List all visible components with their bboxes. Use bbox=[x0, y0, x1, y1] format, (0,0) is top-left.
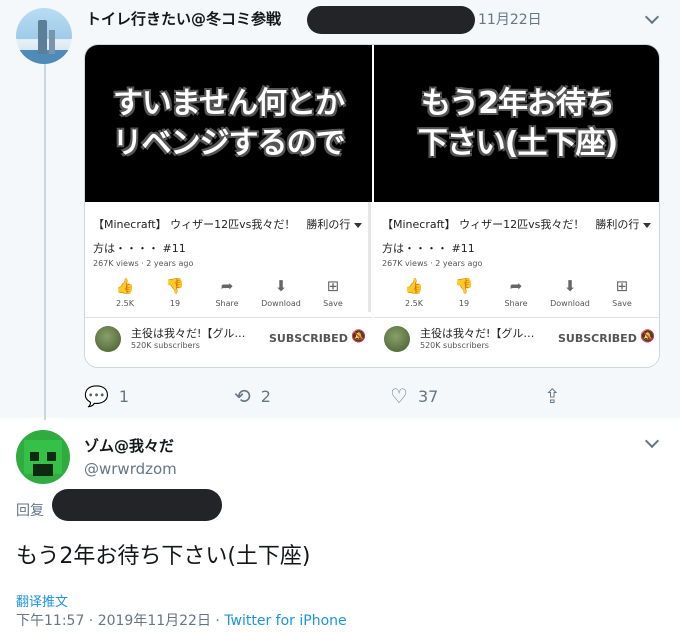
subscribed-label: SUBSCRIBED bbox=[269, 332, 348, 345]
like-action: 👍 2.5K bbox=[404, 277, 424, 308]
video-caption-line: すいません何とか bbox=[112, 85, 345, 121]
video-actions: 👍 2.5K 👎 19 ➦ Share ⬇ Download ⊞ Save bbox=[390, 277, 632, 313]
bell-off-icon: 🔕 bbox=[351, 329, 366, 343]
reply-action[interactable]: 💬 1 bbox=[84, 384, 129, 408]
channel-avatar bbox=[384, 326, 410, 352]
tweet-source-link[interactable]: Twitter for iPhone bbox=[224, 613, 346, 629]
video-frame: もう2年お待ち 下さい(土下座) bbox=[374, 45, 659, 202]
download-action: ⬇ Download bbox=[550, 277, 590, 308]
like-action: 👍 2.5K bbox=[115, 277, 135, 308]
channel-subscribers: 520K subscribers bbox=[420, 341, 489, 350]
parent-tweet-actions: 💬 1 ⟲ 2 ♡ 37 ⇪ bbox=[84, 384, 644, 408]
channel-name: 主役は我々だ!【グル… bbox=[420, 327, 535, 340]
bell-off-icon: 🔕 bbox=[640, 329, 655, 343]
subscribed-label: SUBSCRIBED bbox=[558, 332, 637, 345]
divider bbox=[374, 317, 659, 318]
dislike-action: 👎 19 bbox=[454, 277, 474, 308]
divider bbox=[85, 317, 372, 318]
redacted-handle bbox=[307, 6, 475, 34]
thumbs-up-icon: 👍 bbox=[115, 277, 135, 295]
video-title: 【Minecraft】 ウィザー12匹vs我々だ！ 勝利の行方は・・・・ #11 bbox=[382, 218, 640, 255]
tweet-media-grid[interactable]: すいません何とか リベンジするので 【Minecraft】 ウィザー12匹vs我… bbox=[84, 44, 660, 368]
parent-author-name[interactable]: トイレ行きたい@冬コミ参戦 bbox=[86, 8, 281, 29]
video-actions: 👍 2.5K 👎 19 ➦ Share ⬇ Download ⊞ Save bbox=[101, 277, 343, 313]
download-icon: ⬇ bbox=[274, 277, 288, 295]
reply-author-handle[interactable]: @wrwrdzom bbox=[84, 460, 177, 478]
retweet-action[interactable]: ⟲ 2 bbox=[234, 384, 271, 408]
share-icon: ⇪ bbox=[544, 384, 561, 408]
translate-tweet-link[interactable]: 翻译推文 bbox=[16, 591, 68, 610]
retweet-count: 2 bbox=[260, 386, 271, 406]
video-caption-line: もう2年お待ち bbox=[421, 85, 615, 121]
thumbs-down-icon: 👎 bbox=[165, 277, 185, 295]
reply-timestamp[interactable]: 下午11:57 · 2019年11月22日 · bbox=[16, 613, 224, 629]
share-action: ➦ Share bbox=[215, 277, 239, 308]
download-icon: ⬇ bbox=[563, 277, 577, 295]
retweet-icon: ⟲ bbox=[234, 384, 251, 408]
reply-author-avatar[interactable] bbox=[16, 430, 70, 484]
save-action: ⊞ Save bbox=[612, 277, 632, 308]
reply-count: 1 bbox=[118, 386, 130, 406]
chevron-down-icon[interactable] bbox=[644, 9, 660, 25]
share-icon: ➦ bbox=[509, 277, 523, 295]
reply-author-name[interactable]: ゾム@我々だ bbox=[84, 435, 174, 456]
expand-caret-icon bbox=[354, 223, 362, 228]
channel-subscribers: 520K subscribers bbox=[131, 341, 200, 350]
thread-connector-line bbox=[44, 64, 46, 420]
video-caption-line: リベンジするので bbox=[112, 125, 346, 161]
share-icon: ➦ bbox=[220, 277, 234, 295]
expand-caret-icon bbox=[643, 223, 651, 228]
video-views: 267K views · 2 years ago bbox=[382, 259, 483, 268]
channel-avatar bbox=[95, 326, 121, 352]
reply-tweet-meta: 下午11:57 · 2019年11月22日 · Twitter for iPho… bbox=[16, 610, 347, 630]
video-views: 267K views · 2 years ago bbox=[93, 259, 194, 268]
video-title: 【Minecraft】 ウィザー12匹vs我々だ！ 勝利の行方は・・・・ #11 bbox=[93, 218, 351, 255]
save-action: ⊞ Save bbox=[323, 277, 343, 308]
chevron-down-icon[interactable] bbox=[644, 433, 660, 449]
thumbs-up-icon: 👍 bbox=[404, 277, 424, 295]
save-icon: ⊞ bbox=[615, 277, 629, 295]
download-action: ⬇ Download bbox=[261, 277, 301, 308]
reply-icon: 💬 bbox=[84, 384, 109, 408]
like-count: 37 bbox=[417, 386, 439, 406]
save-icon: ⊞ bbox=[326, 277, 340, 295]
heart-icon: ♡ bbox=[390, 384, 408, 408]
parent-author-avatar[interactable] bbox=[16, 8, 72, 64]
reply-tweet-text: もう2年お待ち下さい(土下座) bbox=[16, 544, 311, 569]
media-image-1[interactable]: すいません何とか リベンジするので 【Minecraft】 ウィザー12匹vs我… bbox=[85, 45, 372, 367]
parent-tweet[interactable]: トイレ行きたい@冬コミ参戦 11月22日 すいません何とか リベンジするので 【… bbox=[0, 0, 680, 420]
channel-name: 主役は我々だ!【グル… bbox=[131, 327, 246, 340]
parent-tweet-date[interactable]: 11月22日 bbox=[478, 9, 542, 29]
like-action[interactable]: ♡ 37 bbox=[390, 384, 438, 408]
replying-to-label: 回复 bbox=[16, 503, 44, 519]
redacted-mention bbox=[52, 489, 222, 521]
share-action: ➦ Share bbox=[504, 277, 528, 308]
scrollbar bbox=[368, 202, 371, 312]
thumbs-down-icon: 👎 bbox=[454, 277, 474, 295]
video-caption-line: 下さい(土下座) bbox=[417, 125, 618, 161]
media-image-2[interactable]: もう2年お待ち 下さい(土下座) 【Minecraft】 ウィザー12匹vs我々… bbox=[374, 45, 659, 367]
video-frame: すいません何とか リベンジするので bbox=[85, 45, 372, 202]
share-action[interactable]: ⇪ bbox=[544, 384, 571, 408]
dislike-action: 👎 19 bbox=[165, 277, 185, 308]
